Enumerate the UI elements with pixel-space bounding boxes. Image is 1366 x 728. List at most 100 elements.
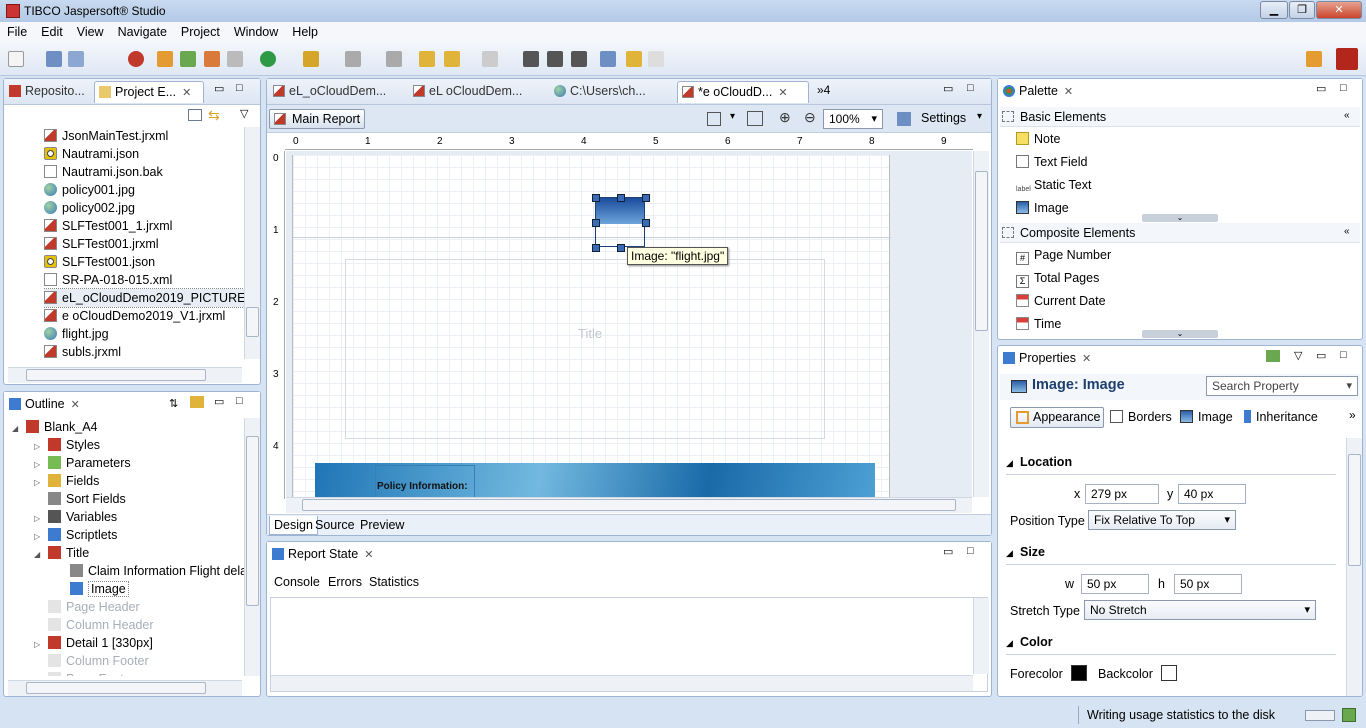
tab-outline[interactable]: Outline ✕ <box>5 394 95 416</box>
outline-item[interactable]: Image <box>56 580 129 598</box>
tab-properties[interactable]: Properties ✕ <box>999 348 1095 370</box>
expand-toggle-icon[interactable]: ◢ <box>34 546 48 564</box>
menu-window[interactable]: Window <box>227 25 285 39</box>
zoom-select[interactable]: 100% <box>823 109 883 129</box>
outline-vscroll[interactable] <box>244 418 260 676</box>
last-edit-icon[interactable] <box>419 51 435 67</box>
zoom-in-icon[interactable]: ⊕ <box>779 109 791 126</box>
design-tab[interactable]: Design <box>269 516 318 535</box>
outline-item[interactable]: Column Footer <box>34 652 149 670</box>
outline-item[interactable]: ▷ Parameters <box>34 454 131 472</box>
distribute-icon[interactable] <box>547 51 563 67</box>
palette-current-date[interactable]: Current Date <box>1016 294 1106 308</box>
close-report-state-icon[interactable]: ✕ <box>364 549 373 561</box>
file-tree-item[interactable]: flight.jpg <box>44 325 109 343</box>
tab-report-state[interactable]: Report State ✕ <box>268 544 376 566</box>
resize-handle-n[interactable] <box>617 194 625 202</box>
minimize-button[interactable]: ▁ <box>1260 1 1288 19</box>
console-hscroll[interactable] <box>271 675 973 691</box>
order-icon[interactable] <box>600 51 616 67</box>
file-tree-item[interactable]: e oCloudDemo2019_V1.jrxml <box>44 307 225 325</box>
print-icon[interactable] <box>227 51 243 67</box>
outline-item[interactable]: Column Header <box>34 616 154 634</box>
more-prop-tabs-icon[interactable]: » <box>1349 408 1356 422</box>
editor-tab-4-active[interactable]: *e oCloudD... ✕ <box>677 81 809 103</box>
band-icon[interactable] <box>747 111 763 126</box>
collapse-composite-icon[interactable]: « <box>1344 226 1350 237</box>
palette-time[interactable]: Time <box>1016 317 1061 331</box>
palette-page-number[interactable]: # Page Number <box>1016 248 1111 265</box>
file-tree-item[interactable]: Nautrami.json.bak <box>44 163 163 181</box>
maximize-properties-icon[interactable]: □ <box>1340 349 1347 361</box>
file-tree-item[interactable]: policy001.jpg <box>44 181 135 199</box>
resize-handle-ne[interactable] <box>642 194 650 202</box>
position-type-select[interactable]: Fix Relative To Top <box>1088 510 1236 530</box>
properties-menu-icon[interactable]: ▽ <box>1294 349 1302 362</box>
resize-handle-nw[interactable] <box>592 194 600 202</box>
canvas-vscroll[interactable] <box>973 151 989 497</box>
menu-project[interactable]: Project <box>174 25 227 39</box>
back-icon[interactable] <box>444 51 460 67</box>
undo-icon[interactable] <box>626 51 642 67</box>
settings-dropdown-icon[interactable]: ▾ <box>977 111 982 122</box>
errors-tab[interactable]: Errors <box>328 575 362 589</box>
canvas-hscroll[interactable] <box>286 497 972 513</box>
progress-view-icon[interactable] <box>1342 708 1356 722</box>
open-perspective-icon[interactable] <box>1306 51 1322 67</box>
view-menu-icon[interactable]: ▽ <box>240 107 248 120</box>
maximize-button[interactable]: ❐ <box>1289 1 1315 19</box>
backcolor-swatch[interactable] <box>1161 665 1177 681</box>
console-vscroll[interactable] <box>973 598 989 674</box>
palette-text-field[interactable]: Text Field <box>1016 155 1088 169</box>
save-all-icon[interactable] <box>68 51 84 67</box>
menu-navigate[interactable]: Navigate <box>111 25 174 39</box>
report-perspective-icon[interactable] <box>1336 48 1358 70</box>
selected-image-element[interactable] <box>592 194 650 252</box>
close-properties-icon[interactable]: ✕ <box>1082 353 1091 365</box>
minimize-report-state-icon[interactable]: ▭ <box>943 545 953 558</box>
borders-tab[interactable]: Borders <box>1110 410 1172 424</box>
import-icon[interactable] <box>180 51 196 67</box>
maximize-panel-icon[interactable]: □ <box>236 82 243 94</box>
new-icon[interactable] <box>8 51 24 67</box>
prev-annotation-icon[interactable] <box>386 51 402 67</box>
minimize-properties-icon[interactable]: ▭ <box>1316 349 1326 362</box>
file-tree-item[interactable]: SLFTest001_1.jrxml <box>44 217 172 235</box>
link-editor-icon[interactable]: ⇆ <box>208 107 220 124</box>
palette-total-pages[interactable]: Σ Total Pages <box>1016 271 1099 288</box>
minimize-outline-icon[interactable]: ▭ <box>214 395 224 408</box>
location-collapse-icon[interactable]: ◢ <box>1006 458 1013 469</box>
compile-icon[interactable] <box>204 51 220 67</box>
composite-elements-header[interactable]: Composite Elements « <box>1000 223 1360 243</box>
tab-project-explorer[interactable]: Project E... ✕ <box>94 81 204 103</box>
run-icon[interactable] <box>260 51 276 67</box>
file-tree-item[interactable]: Nautrami.json <box>44 145 139 163</box>
outline-item[interactable]: Claim Information Flight dela <box>56 562 244 580</box>
collapse-basic-icon[interactable]: « <box>1344 110 1350 121</box>
palette-image[interactable]: Image <box>1016 201 1069 215</box>
editor-tab-3[interactable]: C:\Users\ch... <box>550 81 675 103</box>
redo-icon[interactable] <box>648 51 664 67</box>
file-tree-item[interactable]: subls.jrxml <box>44 343 121 359</box>
outline-item[interactable]: ◢ Title <box>34 544 89 562</box>
inheritance-tab[interactable]: Inheritance <box>1244 410 1318 424</box>
file-tree-item[interactable]: policy002.jpg <box>44 199 135 217</box>
align-icon[interactable] <box>523 51 539 67</box>
file-tree-hscroll[interactable] <box>8 367 242 383</box>
image-tab[interactable]: Image <box>1180 410 1233 424</box>
y-input[interactable]: 40 px <box>1178 484 1246 504</box>
resize-handle-e[interactable] <box>642 219 650 227</box>
main-report-button[interactable]: Main Report <box>269 109 365 129</box>
close-palette-icon[interactable]: ✕ <box>1064 86 1073 98</box>
palette-note[interactable]: Note <box>1016 132 1060 146</box>
editor-tab-1[interactable]: eL_oCloudDem... <box>269 81 401 103</box>
color-collapse-icon[interactable]: ◢ <box>1006 638 1013 649</box>
publish-icon[interactable] <box>157 51 173 67</box>
outline-hscroll[interactable] <box>8 680 242 696</box>
console-tab[interactable]: Console <box>274 575 320 589</box>
size-collapse-icon[interactable]: ◢ <box>1006 548 1013 559</box>
debug-icon[interactable] <box>128 51 144 67</box>
file-tree-item[interactable]: eL_oCloudDemo2019_PICTURE.jr <box>44 288 244 308</box>
composite-scroll-more-icon[interactable]: ⌄ <box>1142 330 1218 338</box>
outline-item[interactable]: ▷ Detail 1 [330px] <box>34 634 153 652</box>
